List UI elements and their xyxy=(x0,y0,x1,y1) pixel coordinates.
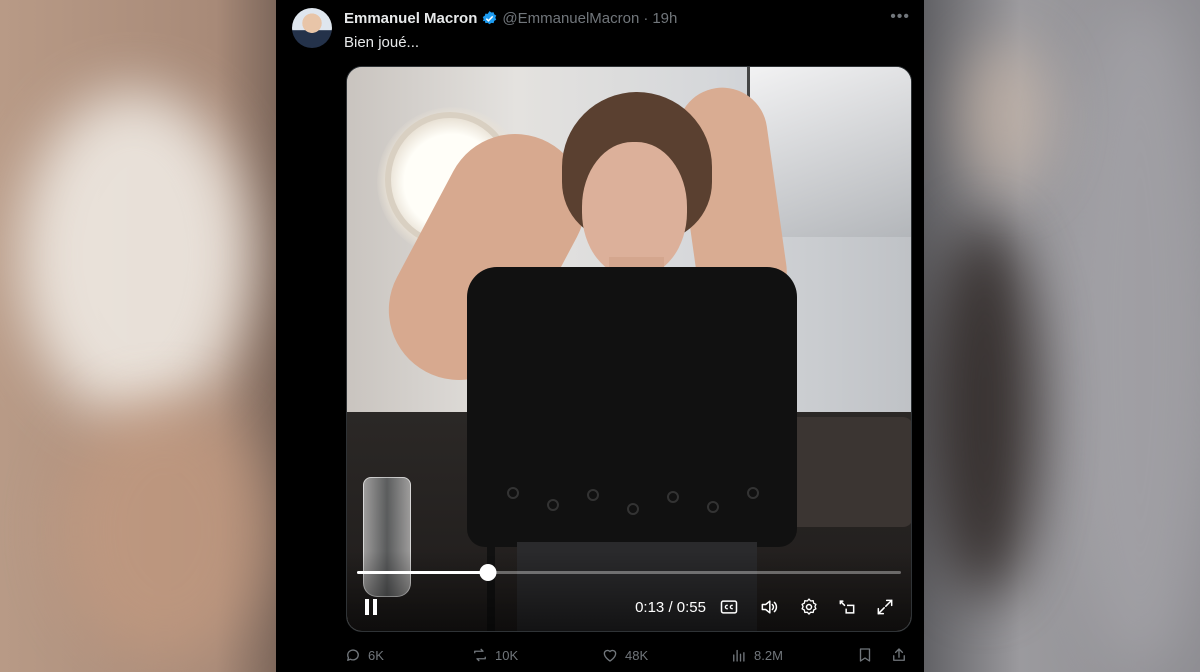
reply-icon xyxy=(347,649,359,661)
background-blur-shape xyxy=(60,400,270,660)
video-controls: 0:13 / 0:55 xyxy=(347,551,911,631)
reply-button[interactable]: 6K xyxy=(344,646,384,664)
tweet-text: Bien joué... xyxy=(344,34,420,51)
video-progress-fill xyxy=(357,571,488,574)
like-count: 48K xyxy=(625,647,649,663)
tweet-header: Emmanuel Macron @EmmanuelMacron · 19h xyxy=(344,8,677,28)
video-duration: 0:55 xyxy=(676,598,706,616)
views-button[interactable]: 8.2M xyxy=(730,646,783,664)
video-time-separator: / xyxy=(664,598,677,616)
author-handle[interactable]: @EmmanuelMacron xyxy=(502,10,639,27)
bookmark-icon xyxy=(859,648,871,662)
video-timecode: 0:13 / 0:55 xyxy=(635,593,706,621)
shirt-eyelet xyxy=(747,487,759,499)
picture-in-picture-icon[interactable] xyxy=(833,593,861,621)
shirt-eyelet xyxy=(627,503,639,515)
repost-count: 10K xyxy=(495,647,519,663)
author-name[interactable]: Emmanuel Macron xyxy=(344,10,477,27)
settings-icon[interactable] xyxy=(795,593,823,621)
repost-icon xyxy=(474,648,486,662)
background-blur-shape xyxy=(960,40,1050,190)
shirt-eyelet xyxy=(587,489,599,501)
video-control-row: 0:13 / 0:55 xyxy=(347,593,911,621)
heart-icon xyxy=(603,649,617,662)
verified-badge-icon xyxy=(481,10,498,27)
shirt-eyelet xyxy=(547,499,559,511)
avatar[interactable] xyxy=(292,8,332,48)
shirt-eyelet xyxy=(707,501,719,513)
fullscreen-icon[interactable] xyxy=(871,593,899,621)
more-options-icon[interactable]: ••• xyxy=(890,8,910,26)
video-player[interactable]: 0:13 / 0:55 xyxy=(346,66,912,632)
volume-icon[interactable] xyxy=(755,593,783,621)
video-current-time: 0:13 xyxy=(635,598,665,616)
reply-count: 6K xyxy=(368,647,384,663)
background-blur-shape xyxy=(1060,0,1200,672)
views-chart-icon xyxy=(733,649,745,662)
header-separator: · xyxy=(643,9,649,27)
tweet-action-bar: 6K 10K 48K 8.2M xyxy=(344,646,910,666)
captions-icon[interactable] xyxy=(715,593,743,621)
tweet-timestamp[interactable]: 19h xyxy=(652,10,677,27)
pause-icon[interactable] xyxy=(359,593,383,621)
share-button[interactable] xyxy=(890,646,908,664)
background-blur-shape xyxy=(20,90,250,420)
video-progress-bar[interactable] xyxy=(357,564,901,581)
bookmark-button[interactable] xyxy=(856,646,874,664)
like-button[interactable]: 48K xyxy=(601,646,648,664)
tweet-card: Emmanuel Macron @EmmanuelMacron · 19h ••… xyxy=(276,0,924,672)
video-frame-person-shirt xyxy=(467,267,797,547)
video-progress-handle[interactable] xyxy=(479,564,497,581)
repost-button[interactable]: 10K xyxy=(471,646,518,664)
shirt-eyelet xyxy=(667,491,679,503)
shirt-eyelet xyxy=(507,487,519,499)
background-blur-shape xyxy=(930,220,1040,600)
video-frame-sofa-cushion xyxy=(787,417,911,527)
view-count: 8.2M xyxy=(754,647,783,663)
share-icon xyxy=(893,648,905,661)
